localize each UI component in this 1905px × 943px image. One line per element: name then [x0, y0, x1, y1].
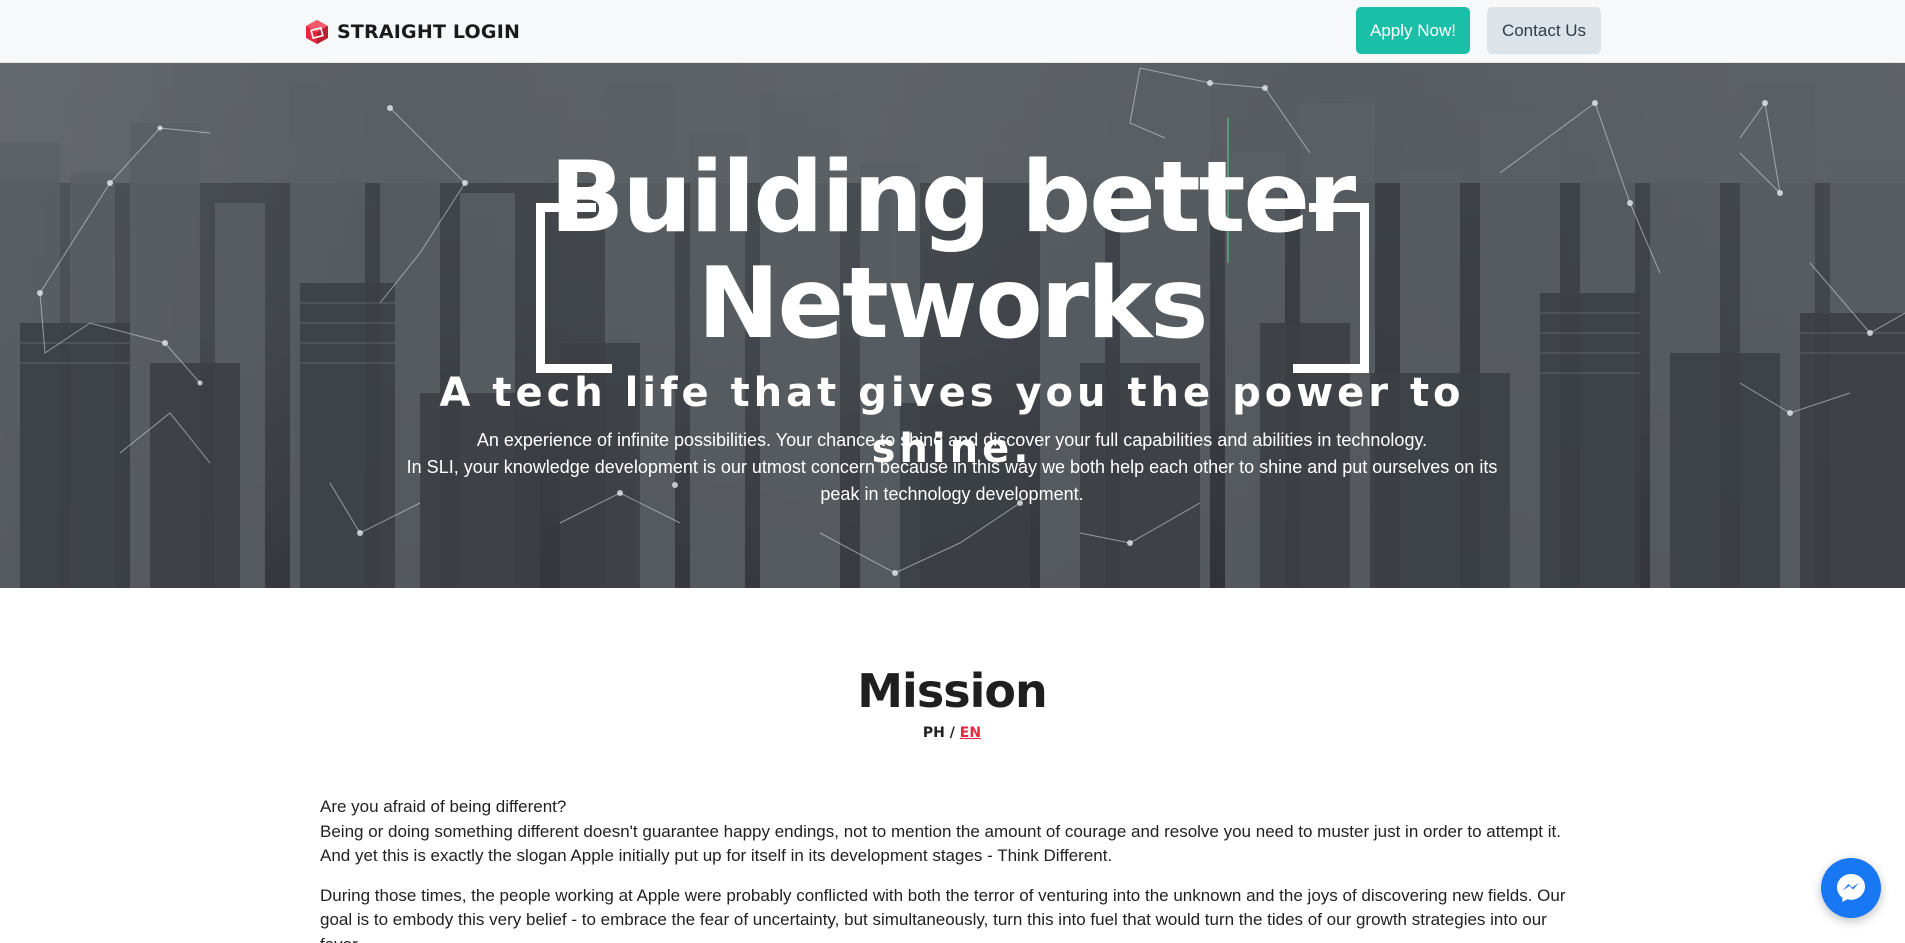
messenger-chat-button[interactable]: [1821, 858, 1881, 918]
navbar: STRAIGHT LOGIN Apply Now! Contact Us: [0, 0, 1905, 63]
hero-desc-line1: An experience of infinite possibilities.…: [476, 430, 1428, 450]
hero-desc-line2: In SLI, your knowledge development is ou…: [406, 457, 1498, 504]
hero-banner: Building better Networks A tech life tha…: [0, 63, 1905, 588]
hero-title-line2: Networks: [697, 247, 1208, 361]
hero-title: Building better Networks: [452, 145, 1452, 357]
mission-text-line2: Being or doing something different doesn…: [320, 821, 1561, 841]
messenger-icon: [1837, 874, 1865, 902]
mission-text-line3: And yet this is exactly the slogan Apple…: [320, 846, 1113, 865]
hero-description: An experience of infinite possibilities.…: [402, 427, 1502, 508]
apply-now-button[interactable]: Apply Now!: [1356, 7, 1470, 54]
mission-body: Are you afraid of being different? Being…: [320, 795, 1585, 943]
lang-en-link[interactable]: EN: [960, 725, 981, 741]
lang-ph-link[interactable]: PH: [923, 725, 945, 741]
lang-separator: /: [944, 725, 960, 741]
brand-logo-link[interactable]: STRAIGHT LOGIN: [303, 18, 520, 46]
mission-text-line1: Are you afraid of being different?: [320, 797, 567, 816]
contact-us-button[interactable]: Contact Us: [1487, 7, 1601, 54]
mission-text-paragraph2: During those times, the people working a…: [320, 885, 1566, 943]
brand-name: STRAIGHT LOGIN: [337, 21, 521, 43]
language-switch: PH / EN: [852, 725, 1052, 741]
mission-title: Mission: [857, 664, 1047, 718]
hero-title-line1: Building better: [549, 141, 1357, 255]
cube-logo-icon: [306, 20, 328, 44]
